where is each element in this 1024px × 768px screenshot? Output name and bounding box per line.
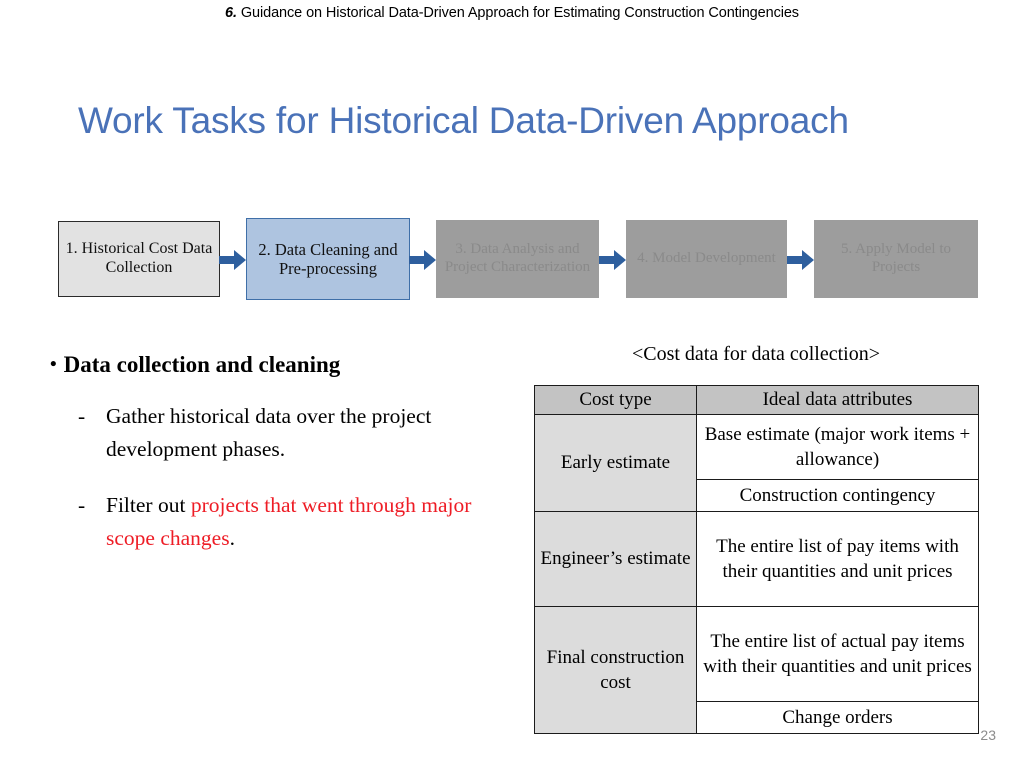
bullet-list: • Data collection and cleaning - Gather h… (50, 352, 510, 555)
attribute-early-construction-contingency: Construction contingency (696, 479, 979, 512)
flow-step-4-label: 4. Model Development (637, 250, 776, 267)
cost-data-table: Cost type Ideal data attributes Early es… (534, 385, 979, 734)
table-row: Engineer’s estimate The entire list of p… (534, 511, 979, 607)
right-arrow-icon (787, 249, 815, 271)
attribute-engineers-pay-items: The entire list of pay items with their … (696, 511, 979, 607)
table-header-row: Cost type Ideal data attributes (534, 385, 979, 415)
sub-bullet-dash-icon: - (78, 404, 86, 428)
flow-step-1-label: 1. Historical Cost Data Collection (65, 240, 213, 276)
flow-step-2-label: 2. Data Cleaning and Pre-processing (258, 239, 398, 278)
flow-step-2[interactable]: 2. Data Cleaning and Pre-processing (246, 218, 410, 300)
flow-step-1[interactable]: 1. Historical Cost Data Collection (58, 221, 220, 297)
bullet-dot-icon: • (50, 354, 57, 375)
table-header-cost-type: Cost type (534, 385, 697, 415)
attribute-final-change-orders: Change orders (696, 701, 979, 734)
bullet-main-heading: • Data collection and cleaning (50, 352, 510, 378)
flow-step-3[interactable]: 3. Data Analysis and Project Characteriz… (436, 220, 599, 298)
page-number: 23 (980, 727, 996, 743)
table-header-ideal-attributes: Ideal data attributes (696, 385, 979, 415)
table-caption: <Cost data for data collection> (631, 343, 881, 365)
table-row: Final construction cost The entire list … (534, 606, 979, 734)
table-row: Early estimate Base estimate (major work… (534, 414, 979, 512)
right-arrow-icon (599, 249, 627, 271)
sub-bullet-dash-icon: - (78, 492, 86, 517)
sub-bullet-1: - Gather historical data over the projec… (50, 400, 510, 467)
flow-step-5-label: 5. Apply Model to Projects (840, 241, 951, 275)
flow-step-5[interactable]: 5. Apply Model to Projects (814, 220, 978, 298)
page-title: Work Tasks for Historical Data-Driven Ap… (78, 100, 849, 141)
header-section-number: 6. (225, 5, 237, 21)
slide-running-header: 6. Guidance on Historical Data-Driven Ap… (0, 5, 1024, 21)
flow-step-4[interactable]: 4. Model Development (626, 220, 787, 298)
sub-bullet-1-text: Gather historical data over the project … (106, 404, 432, 462)
attribute-early-base-estimate: Base estimate (major work items + allowa… (696, 414, 979, 480)
sub-bullet-2-lead: Filter out (106, 492, 191, 517)
right-arrow-icon (409, 249, 437, 271)
flow-step-3-label: 3. Data Analysis and Project Characteriz… (444, 241, 591, 275)
attribute-final-actual-pay-items: The entire list of actual pay items with… (696, 606, 979, 702)
cost-type-final-construction-cost: Final construction cost (534, 606, 697, 734)
cost-type-engineers-estimate: Engineer’s estimate (534, 511, 697, 607)
header-section-title: Guidance on Historical Data-Driven Appro… (236, 5, 799, 21)
sub-bullet-2: - Filter out projects that went through … (50, 489, 510, 556)
bullet-main-label: Data collection and cleaning (63, 352, 341, 377)
cost-type-early-estimate: Early estimate (534, 414, 697, 512)
right-arrow-icon (219, 249, 247, 271)
sub-bullet-2-tail: . (229, 525, 235, 550)
